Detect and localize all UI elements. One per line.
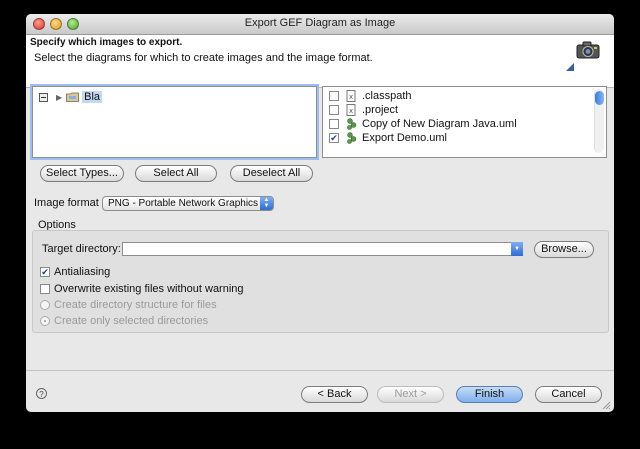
export-dialog: Export GEF Diagram as Image Specify whic… (26, 14, 614, 412)
antialiasing-option[interactable]: ✔ Antialiasing (40, 265, 110, 278)
file-name: Copy of New Diagram Java.uml (362, 118, 517, 130)
file-list-scrollbar[interactable] (594, 89, 604, 153)
create-structure-radio[interactable] (40, 299, 50, 310)
project-tree[interactable]: ▶ Bla (32, 86, 317, 158)
select-arrows-icon: ▲ ▼ (260, 197, 273, 210)
select-all-button[interactable]: Select All (135, 165, 217, 182)
create-selected-label: Create only selected directories (54, 314, 209, 327)
image-format-label: Image format (34, 197, 99, 209)
file-name: .classpath (362, 90, 412, 102)
header-corner-decoration (566, 63, 574, 71)
file-checkbox-checked[interactable]: ✔ (329, 133, 339, 143)
create-structure-label: Create directory structure for files (54, 298, 217, 311)
list-item[interactable]: ✔ Export Demo.uml (329, 131, 447, 145)
create-selected-radio[interactable] (40, 315, 50, 326)
finish-button[interactable]: Finish (456, 386, 523, 403)
list-item[interactable]: x .classpath (329, 89, 412, 103)
overwrite-checkbox[interactable] (40, 283, 50, 294)
title-bar[interactable]: Export GEF Diagram as Image (26, 14, 614, 35)
resize-grip-icon[interactable] (602, 401, 611, 410)
tree-item[interactable]: ▶ Bla (39, 90, 103, 104)
create-structure-option[interactable]: Create directory structure for files (40, 298, 217, 311)
wizard-header: Specify which images to export. Select t… (26, 35, 614, 88)
back-button[interactable]: < Back (301, 386, 368, 403)
file-checkbox[interactable] (329, 119, 339, 129)
tree-item-label: Bla (82, 91, 103, 103)
file-name: Export Demo.uml (362, 132, 447, 144)
xml-file-icon: x (346, 104, 356, 116)
list-item[interactable]: Copy of New Diagram Java.uml (329, 117, 517, 131)
target-directory-input[interactable] (122, 242, 520, 256)
svg-text:x: x (349, 107, 353, 115)
help-icon[interactable]: ? (36, 388, 47, 399)
antialiasing-checkbox[interactable]: ✔ (40, 266, 50, 277)
target-directory-label: Target directory: (42, 243, 121, 255)
file-checkbox[interactable] (329, 91, 339, 101)
select-types-button[interactable]: Select Types... (40, 165, 124, 182)
project-folder-icon (66, 92, 80, 102)
uml-diagram-icon (347, 118, 357, 130)
expand-arrow-icon[interactable]: ▶ (56, 93, 62, 102)
browse-button[interactable]: Browse... (534, 241, 594, 258)
svg-text:x: x (349, 93, 353, 101)
next-button[interactable]: Next > (377, 386, 444, 403)
diagram-file-list[interactable]: x .classpath x .project Copy of New Diag… (322, 86, 607, 158)
target-directory-dropdown-icon[interactable]: ▼ (511, 242, 523, 256)
overwrite-label: Overwrite existing files without warning (54, 282, 244, 295)
footer-separator (26, 370, 614, 371)
antialiasing-label: Antialiasing (54, 265, 111, 278)
create-selected-option[interactable]: Create only selected directories (40, 314, 208, 327)
header-description: Select the diagrams for which to create … (34, 52, 373, 64)
deselect-all-button[interactable]: Deselect All (230, 165, 313, 182)
cancel-button[interactable]: Cancel (535, 386, 602, 403)
file-name: .project (362, 104, 399, 116)
image-format-value: PNG - Portable Network Graphics (108, 198, 259, 209)
camera-icon (576, 41, 600, 59)
file-checkbox[interactable] (329, 105, 339, 115)
uml-diagram-icon (347, 132, 357, 144)
collapse-toggle-icon[interactable] (39, 92, 48, 102)
xml-file-icon: x (346, 90, 356, 102)
scrollbar-thumb[interactable] (595, 91, 604, 105)
window-title: Export GEF Diagram as Image (244, 17, 396, 29)
list-item[interactable]: x .project (329, 103, 398, 117)
image-format-select[interactable]: PNG - Portable Network Graphics ▲ ▼ (102, 196, 274, 211)
overwrite-option[interactable]: Overwrite existing files without warning (40, 282, 244, 295)
header-title: Specify which images to export. (30, 37, 183, 48)
